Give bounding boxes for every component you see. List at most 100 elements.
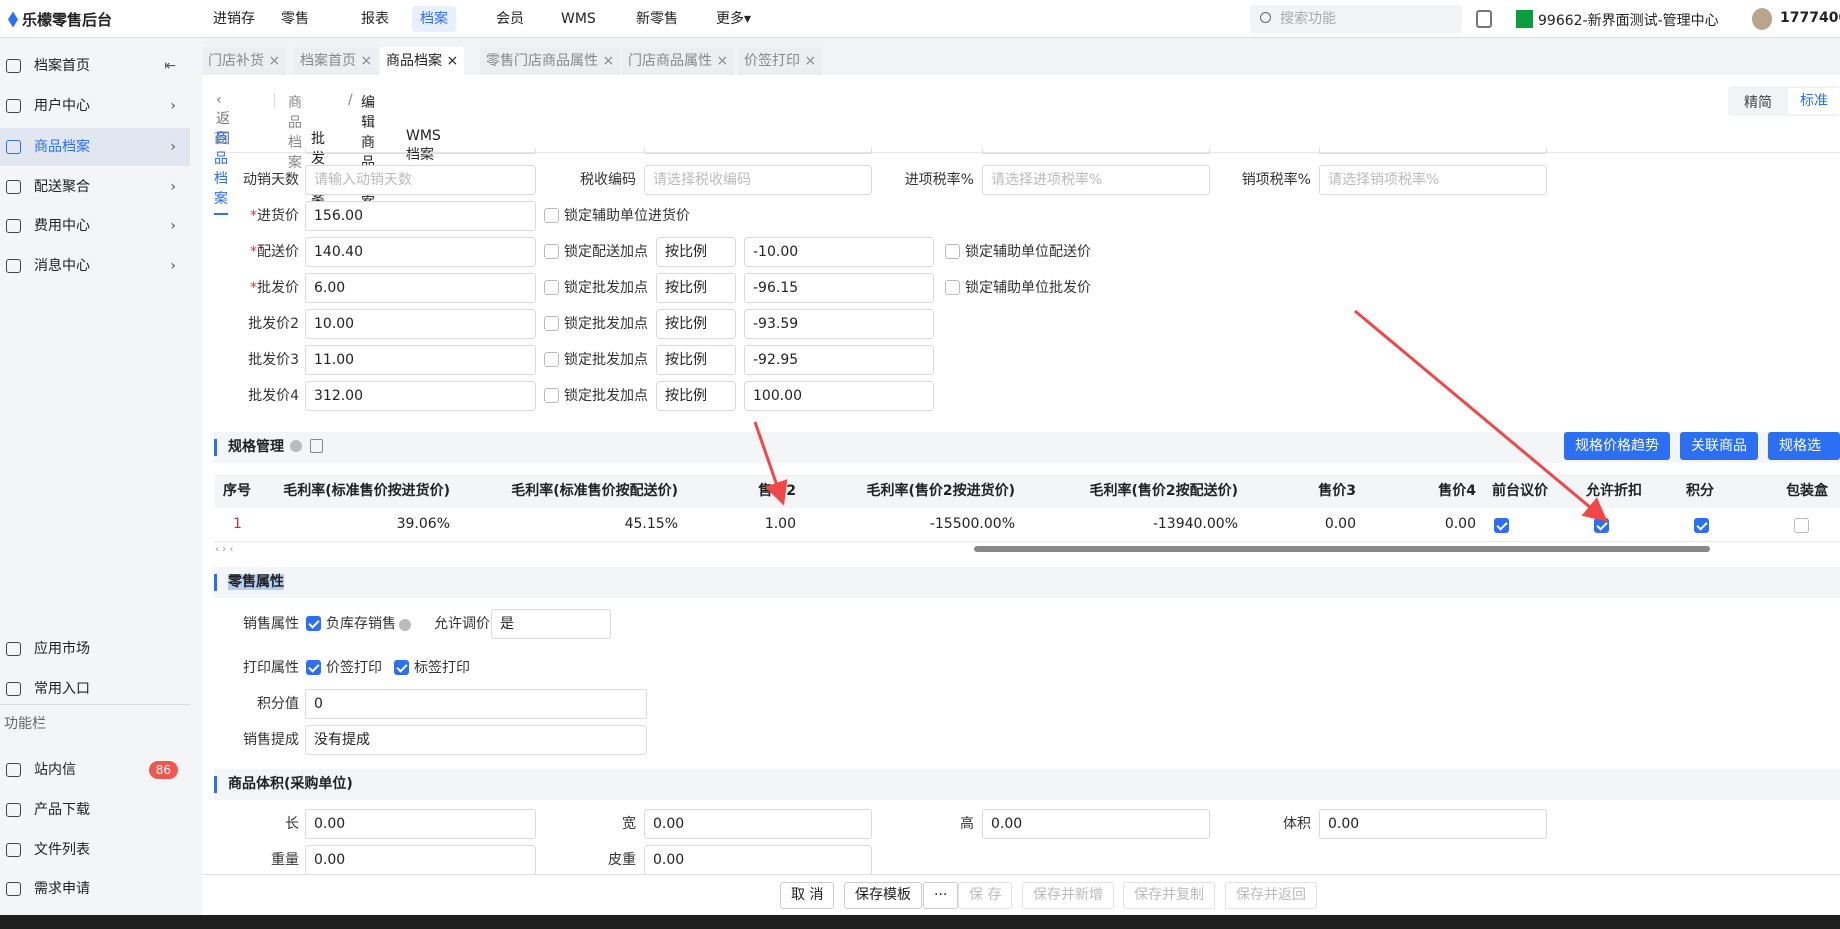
save-back-button[interactable]: 保存并返回	[1225, 882, 1317, 909]
spec-button-0[interactable]: 规格价格趋势	[1564, 432, 1670, 460]
field-input[interactable]: 请选择销项税率%	[1319, 165, 1547, 195]
column-header[interactable]: 允许折扣	[1578, 475, 1678, 508]
label-print-checkbox[interactable]	[394, 660, 409, 675]
tab-0[interactable]: 门店补货 ×	[202, 47, 287, 75]
save-button[interactable]: 保 存	[958, 882, 1013, 909]
nav-7[interactable]: 更多▾	[708, 6, 759, 32]
mode-select[interactable]: 按比例	[656, 345, 736, 375]
user-name[interactable]: 17774005	[1780, 10, 1840, 26]
field-input[interactable]: 请输入动销天数	[305, 165, 536, 195]
nav-1[interactable]: 零售	[273, 6, 317, 32]
sidebar-item-0[interactable]: 档案首页 ⇤	[0, 47, 190, 85]
breadcrumb-parent[interactable]: 商品档案	[288, 92, 302, 172]
column-header[interactable]: 毛利率(售价2按配送价)	[1023, 475, 1246, 508]
allow-adjust-select[interactable]: 是	[491, 609, 611, 639]
column-settings-icon[interactable]	[310, 439, 323, 453]
price-input[interactable]: 6.00	[305, 273, 536, 303]
search-input[interactable]: 搜索功能	[1250, 5, 1462, 33]
column-header[interactable]: 毛利率(标准售价按进货价)	[252, 475, 458, 508]
sidebar-item-2[interactable]: 商品档案 ›	[0, 128, 190, 166]
row-checkbox-包装盒[interactable]	[1794, 518, 1809, 533]
sidebar-bottom-0[interactable]: 应用市场	[0, 630, 190, 668]
markup-pct-input[interactable]: -10.00	[744, 237, 934, 267]
sidebar-item-5[interactable]: 消息中心 ›	[0, 247, 190, 285]
nav-6[interactable]: 新零售	[628, 6, 686, 32]
lock-checkbox[interactable]	[544, 280, 559, 295]
sidebar-tool-3[interactable]: 需求申请	[0, 870, 190, 908]
template-more-button[interactable]: ···	[923, 882, 959, 909]
save-copy-button[interactable]: 保存并复制	[1123, 882, 1215, 909]
lock-checkbox[interactable]	[544, 352, 559, 367]
horizontal-scrollbar[interactable]	[974, 546, 1710, 552]
row-checkbox-前台议价[interactable]	[1494, 518, 1509, 533]
nav-2[interactable]: 报表	[353, 6, 397, 32]
row-checkbox-允许折扣[interactable]	[1594, 518, 1609, 533]
scroll-arrows[interactable]: ‹ › ‹	[215, 544, 233, 555]
mode-select[interactable]: 按比例	[656, 309, 736, 339]
toggle-simple[interactable]: 精简	[1744, 92, 1772, 112]
spec-button-2[interactable]: 规格选项	[1768, 432, 1840, 482]
lock-checkbox[interactable]	[544, 244, 559, 259]
subtab-wms[interactable]: WMS档案	[406, 128, 441, 164]
tab-3[interactable]: 零售门店商品属性 ×	[480, 47, 621, 75]
column-header[interactable]: 前台议价	[1484, 475, 1578, 508]
markup-pct-input[interactable]: -96.15	[744, 273, 934, 303]
tab-4[interactable]: 门店商品属性 ×	[622, 47, 735, 75]
price-input[interactable]: 10.00	[305, 309, 536, 339]
column-header[interactable]: 售价4	[1364, 475, 1484, 508]
help-icon[interactable]	[290, 440, 302, 452]
lock-checkbox[interactable]	[544, 208, 559, 223]
volume-input[interactable]: 0.00	[644, 809, 872, 839]
sidebar-item-4[interactable]: 费用中心 ›	[0, 207, 190, 245]
column-header[interactable]: 毛利率(售价2按进货价)	[804, 475, 1023, 508]
tab-1[interactable]: 档案首页 ×	[294, 47, 379, 75]
price-input[interactable]: 11.00	[305, 345, 536, 375]
volume-input[interactable]: 0.00	[305, 809, 536, 839]
volume-input[interactable]: 0.00	[1319, 809, 1547, 839]
sidebar-tool-0[interactable]: 站内信 86	[0, 751, 190, 789]
tab-5[interactable]: 价签打印 ×	[738, 47, 823, 75]
avatar[interactable]	[1752, 8, 1772, 30]
sidebar-item-3[interactable]: 配送聚合 ›	[0, 168, 190, 206]
volume-input[interactable]: 0.00	[305, 845, 536, 875]
aux-lock-checkbox[interactable]	[945, 280, 960, 295]
save-new-button[interactable]: 保存并新增	[1022, 882, 1114, 909]
mode-select[interactable]: 按比例	[656, 273, 736, 303]
lock-checkbox[interactable]	[544, 388, 559, 403]
store-selector[interactable]: 99662-新界面测试-管理中心	[1538, 10, 1719, 30]
column-header[interactable]: 毛利率(标准售价按配送价)	[458, 475, 686, 508]
help-icon[interactable]	[399, 619, 411, 631]
column-header[interactable]: 序号	[215, 475, 252, 508]
nav-3[interactable]: 档案	[412, 6, 456, 32]
field-input[interactable]: 请选择进项税率%	[982, 165, 1210, 195]
sidebar-tool-2[interactable]: 文件列表	[0, 831, 190, 869]
sidebar-tool-1[interactable]: 产品下载	[0, 791, 190, 829]
neg-stock-checkbox[interactable]	[306, 616, 321, 631]
nav-4[interactable]: 会员	[488, 6, 532, 32]
nav-0[interactable]: 进销存	[205, 6, 263, 32]
price-input[interactable]: 156.00	[305, 201, 536, 231]
column-header[interactable]: 包装盒	[1778, 475, 1840, 508]
price-input[interactable]: 140.40	[305, 237, 536, 267]
commission-select[interactable]: 没有提成	[305, 725, 647, 755]
price-tag-checkbox[interactable]	[306, 660, 321, 675]
sidebar-item-1[interactable]: 用户中心 ›	[0, 87, 190, 125]
volume-input[interactable]: 0.00	[982, 809, 1210, 839]
field-input[interactable]: 请选择税收编码	[644, 165, 872, 195]
points-input[interactable]: 0	[305, 689, 647, 719]
printer-icon[interactable]	[1476, 10, 1492, 28]
mode-select[interactable]: 按比例	[656, 237, 736, 267]
markup-pct-input[interactable]: -92.95	[744, 345, 934, 375]
save-template-button[interactable]: 保存模板	[844, 882, 922, 909]
nav-5[interactable]: WMS	[553, 6, 604, 32]
column-header[interactable]: 售价3	[1246, 475, 1364, 508]
sidebar-bottom-1[interactable]: 常用入口	[0, 670, 190, 708]
price-input[interactable]: 312.00	[305, 381, 536, 411]
spec-button-1[interactable]: 关联商品	[1680, 432, 1758, 460]
aux-lock-checkbox[interactable]	[945, 244, 960, 259]
volume-input[interactable]: 0.00	[644, 845, 872, 875]
column-header[interactable]: 积分	[1678, 475, 1778, 508]
lock-checkbox[interactable]	[544, 316, 559, 331]
toggle-standard[interactable]: 标准	[1788, 88, 1840, 114]
markup-pct-input[interactable]: 100.00	[744, 381, 934, 411]
